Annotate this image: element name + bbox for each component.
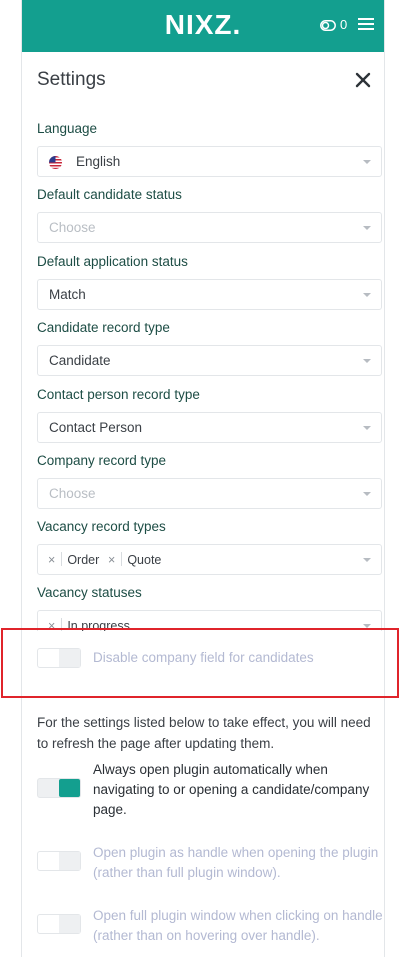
contact-person-record-type-label: Contact person record type: [37, 387, 200, 402]
tag-order: × Order: [48, 552, 100, 567]
chevron-down-icon: [363, 558, 371, 562]
toggle-icon[interactable]: [320, 20, 336, 31]
tag-quote: × Quote: [108, 552, 162, 567]
language-value: English: [76, 154, 121, 169]
company-record-type-label: Company record type: [37, 453, 167, 468]
toggle-count: 0: [340, 17, 348, 32]
us-flag-icon: [49, 156, 62, 169]
settings-title: Settings: [37, 69, 106, 90]
language-select[interactable]: English: [37, 146, 382, 177]
chevron-down-icon: [363, 226, 371, 230]
vacancy-record-types-select[interactable]: × Order × Quote: [37, 544, 382, 575]
candidate-record-type-label: Candidate record type: [37, 320, 170, 335]
chevron-down-icon: [363, 359, 371, 363]
chevron-down-icon: [363, 426, 371, 430]
vacancy-record-types-label: Vacancy record types: [37, 519, 166, 534]
company-record-type-placeholder: Choose: [49, 486, 96, 501]
close-icon[interactable]: [353, 70, 373, 90]
plugin-panel: NIXZ. 0 Settings Language English Defaul…: [21, 0, 385, 957]
refresh-note: For the settings listed below to take ef…: [37, 715, 371, 751]
default-application-status-select[interactable]: Match: [37, 279, 382, 310]
default-candidate-status-placeholder: Choose: [49, 220, 96, 235]
contact-person-record-type-select[interactable]: Contact Person: [37, 412, 382, 443]
chevron-down-icon: [363, 160, 371, 164]
open-as-handle-toggle[interactable]: [37, 851, 81, 871]
remove-tag-icon[interactable]: ×: [108, 553, 115, 567]
open-full-on-click-label: Open full plugin window when clicking on…: [93, 908, 383, 943]
default-application-status-label: Default application status: [37, 254, 188, 269]
contact-person-record-type-value: Contact Person: [49, 420, 143, 435]
default-candidate-status-label: Default candidate status: [37, 187, 182, 202]
remove-tag-icon[interactable]: ×: [48, 553, 55, 567]
language-label: Language: [37, 121, 98, 136]
highlight-box: [1, 628, 399, 698]
default-candidate-status-select[interactable]: Choose: [37, 212, 382, 243]
candidate-record-type-select[interactable]: Candidate: [37, 345, 382, 376]
auto-open-plugin-toggle[interactable]: [37, 778, 81, 798]
auto-open-plugin-label: Always open plugin automatically when na…: [93, 762, 370, 817]
open-full-on-click-toggle[interactable]: [37, 914, 81, 934]
top-bar: NIXZ. 0: [22, 0, 384, 52]
menu-icon[interactable]: [358, 17, 374, 31]
vacancy-statuses-label: Vacancy statuses: [37, 585, 142, 600]
open-as-handle-label: Open plugin as handle when opening the p…: [93, 845, 379, 880]
company-record-type-select[interactable]: Choose: [37, 478, 382, 509]
chevron-down-icon: [363, 492, 371, 496]
default-application-status-value: Match: [49, 287, 86, 302]
chevron-down-icon: [363, 293, 371, 297]
candidate-record-type-value: Candidate: [49, 353, 111, 368]
